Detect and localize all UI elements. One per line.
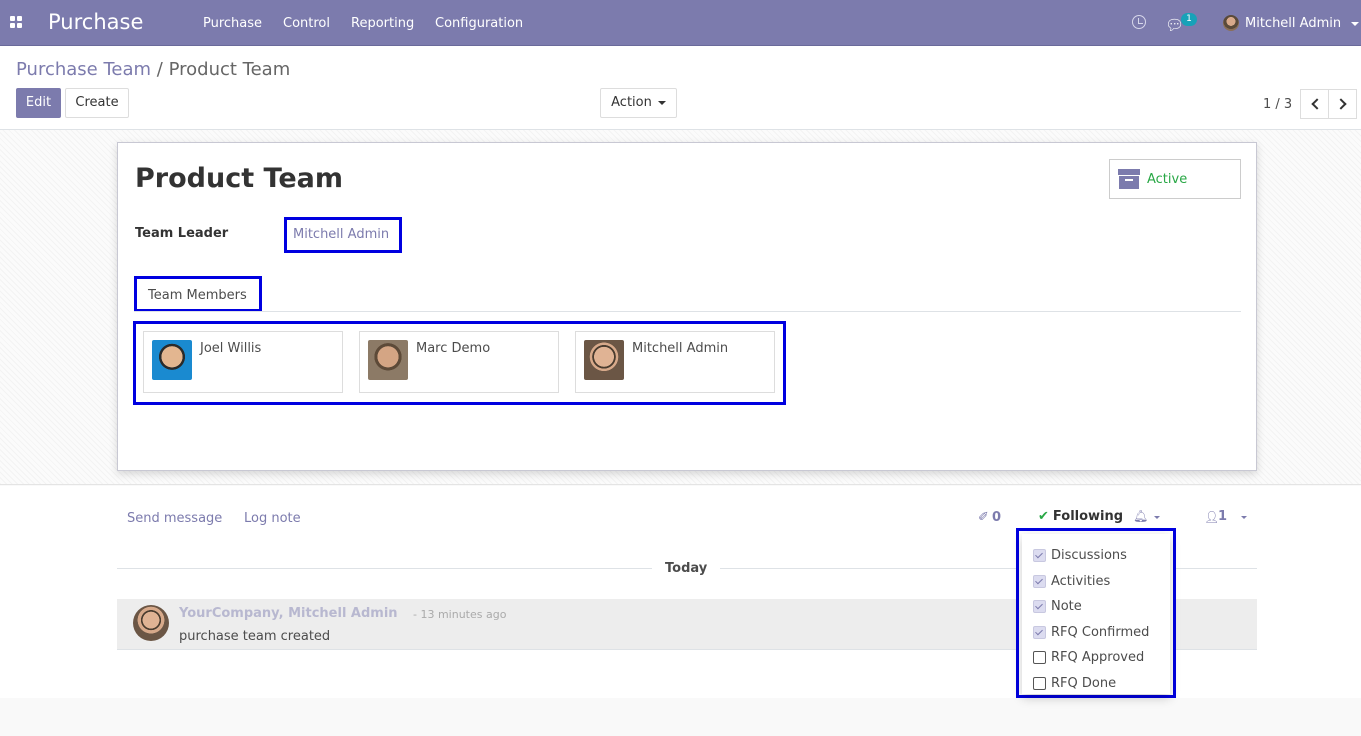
subtype-label: RFQ Confirmed <box>1051 625 1150 640</box>
dropdown-menu: Discussions Activities Note RFQ Confirme… <box>1022 534 1170 694</box>
breadcrumb-separator: / <box>156 59 163 80</box>
pager-value[interactable]: 1 / 3 <box>1263 97 1292 112</box>
member-card[interactable]: Joel Willis <box>143 331 343 393</box>
menu-purchase[interactable]: Purchase <box>203 16 262 31</box>
subtype-rfq-done[interactable]: RFQ Done <box>1022 671 1170 696</box>
breadcrumb: Purchase Team / Product Team <box>16 59 290 80</box>
member-name: Joel Willis <box>200 341 262 356</box>
member-name: Mitchell Admin <box>632 341 729 356</box>
attachment-count[interactable]: 0 <box>992 510 1001 525</box>
message-time: - 13 minutes ago <box>413 608 507 621</box>
clock-icon[interactable] <box>1132 15 1146 29</box>
tab-team-members[interactable]: Team Members <box>134 276 262 312</box>
active-toggle-button[interactable]: Active <box>1109 159 1241 199</box>
subtype-label: Activities <box>1051 574 1111 589</box>
follow-subtypes-dropdown: Discussions Activities Note RFQ Confirme… <box>1016 528 1176 698</box>
send-message-button[interactable]: Send message <box>127 511 222 526</box>
pager-next-button[interactable] <box>1328 89 1357 119</box>
checkbox-checked-icon[interactable] <box>1033 549 1046 562</box>
subtype-discussions[interactable]: Discussions <box>1022 543 1170 568</box>
user-avatar[interactable] <box>1223 15 1239 31</box>
subtype-activities[interactable]: Activities <box>1022 569 1170 594</box>
create-button[interactable]: Create <box>65 88 129 118</box>
message-author[interactable]: YourCompany, Mitchell Admin <box>179 606 398 621</box>
top-navbar: Purchase Purchase Control Reporting Conf… <box>0 0 1361 46</box>
record-title: Product Team <box>135 163 344 194</box>
member-avatar <box>584 340 624 380</box>
form-sheet: Product Team Active Team Leader Mitchell… <box>117 142 1257 471</box>
member-avatar <box>368 340 408 380</box>
archive-icon <box>1118 169 1140 189</box>
active-label: Active <box>1147 172 1188 187</box>
message-body: purchase team created <box>179 629 331 644</box>
edit-button[interactable]: Edit <box>16 88 61 118</box>
following-label: Following <box>1052 509 1124 524</box>
member-card[interactable]: Mitchell Admin <box>575 331 775 393</box>
breadcrumb-current: Product Team <box>168 59 291 80</box>
team-leader-label: Team Leader <box>135 226 229 241</box>
person-icon[interactable]: 👤︎ <box>1204 510 1219 524</box>
subtype-label: Discussions <box>1051 548 1127 563</box>
subtype-note[interactable]: Note <box>1022 594 1170 619</box>
member-card[interactable]: Marc Demo <box>359 331 559 393</box>
action-dropdown[interactable]: Action <box>600 88 677 118</box>
chevron-left-icon <box>1311 98 1323 110</box>
subtype-rfq-approved[interactable]: RFQ Approved <box>1022 645 1170 670</box>
member-avatar <box>152 340 192 380</box>
caret-down-icon[interactable] <box>1241 516 1247 519</box>
app-name[interactable]: Purchase <box>48 10 143 34</box>
following-button[interactable]: ✔ Following <box>1038 509 1123 524</box>
chat-badge: 1 <box>1181 13 1197 26</box>
checkbox-checked-icon[interactable] <box>1033 626 1046 639</box>
date-separator: Today <box>665 561 708 576</box>
caret-down-icon <box>657 100 666 105</box>
pager-previous-button[interactable] <box>1300 89 1329 119</box>
checkbox-checked-icon[interactable] <box>1033 575 1046 588</box>
tab-divider <box>134 311 1241 312</box>
caret-down-icon[interactable] <box>1154 516 1160 519</box>
chevron-right-icon <box>1335 98 1347 110</box>
action-label: Action <box>611 95 652 110</box>
date-divider <box>720 568 1257 569</box>
menu-configuration[interactable]: Configuration <box>435 16 523 31</box>
chevron-down-icon[interactable] <box>1351 22 1359 26</box>
log-note-button[interactable]: Log note <box>244 511 301 526</box>
subtype-label: RFQ Done <box>1051 676 1117 691</box>
checkbox-unchecked-icon[interactable] <box>1033 651 1046 664</box>
control-panel: Purchase Team / Product Team Edit Create… <box>0 46 1361 130</box>
follower-count[interactable]: 1 <box>1218 509 1227 524</box>
team-members-list: Joel Willis Marc Demo Mitchell Admin <box>133 321 786 405</box>
checkbox-checked-icon[interactable] <box>1033 600 1046 613</box>
apps-grid-icon[interactable] <box>10 16 22 28</box>
bell-icon[interactable]: 🔔︎ <box>1133 509 1148 523</box>
subtype-label: Note <box>1051 599 1082 614</box>
check-icon: ✔ <box>1038 509 1049 524</box>
date-divider <box>117 568 652 569</box>
subtype-rfq-confirmed[interactable]: RFQ Confirmed <box>1022 620 1170 645</box>
paperclip-icon[interactable]: ✐ <box>978 510 989 525</box>
team-leader-link[interactable]: Mitchell Admin <box>284 217 402 253</box>
breadcrumb-parent[interactable]: Purchase Team <box>16 59 151 80</box>
menu-control[interactable]: Control <box>283 16 330 31</box>
menu-reporting[interactable]: Reporting <box>351 16 414 31</box>
member-name: Marc Demo <box>416 341 491 356</box>
checkbox-unchecked-icon[interactable] <box>1033 677 1046 690</box>
subtype-label: RFQ Approved <box>1051 650 1145 665</box>
user-menu[interactable]: Mitchell Admin <box>1245 16 1341 31</box>
message-author-avatar[interactable] <box>133 605 169 641</box>
